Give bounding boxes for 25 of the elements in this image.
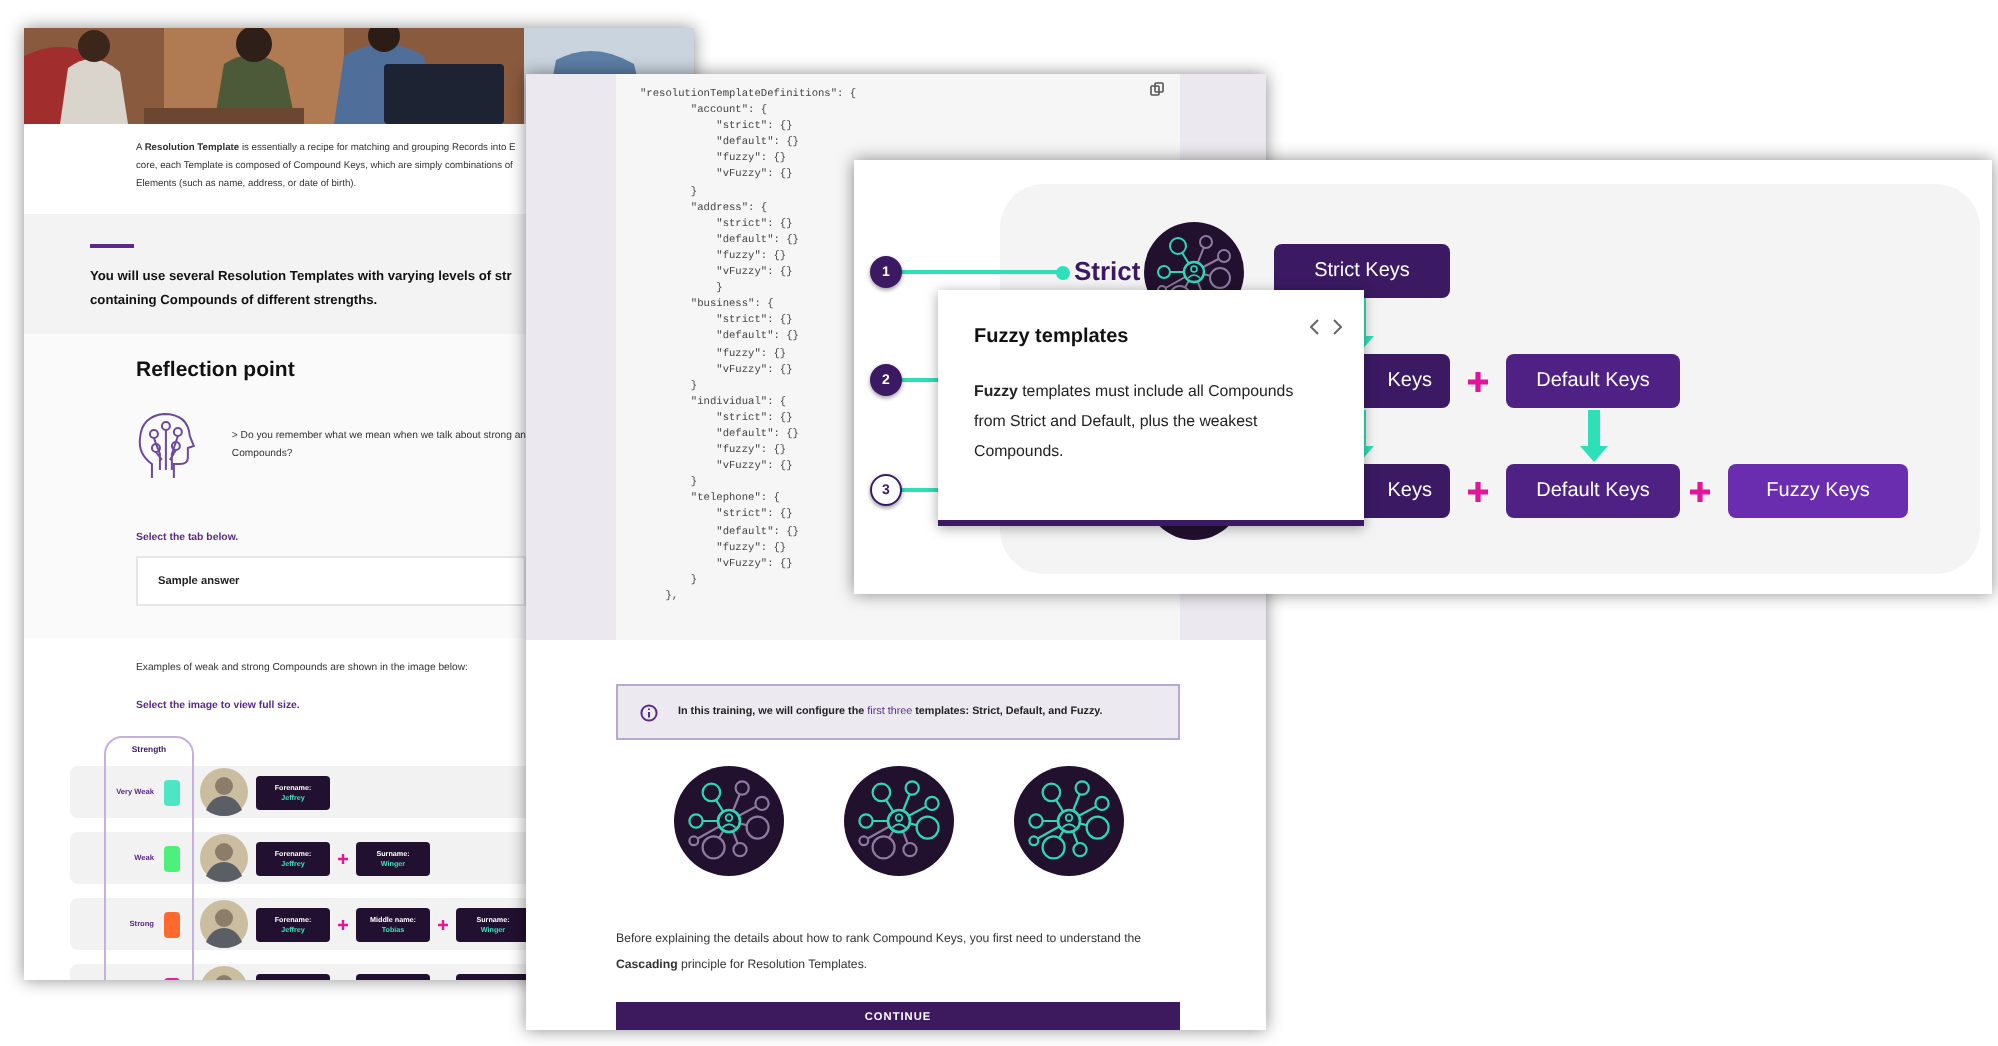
next-icon[interactable] — [1332, 318, 1344, 336]
previous-icon[interactable] — [1308, 318, 1320, 336]
network-icon — [1013, 766, 1123, 876]
key-box: Default Keys — [1506, 464, 1680, 518]
network-icon — [673, 766, 783, 876]
key-box: Default Keys — [1506, 354, 1680, 408]
plus-icon — [1690, 482, 1710, 502]
plus-icon — [338, 853, 348, 863]
network-icon — [843, 766, 953, 876]
avatar — [200, 768, 248, 816]
section-title: Reflection point — [136, 358, 297, 382]
plus-icon — [438, 919, 448, 929]
key-box: Strict Keys — [1274, 244, 1450, 298]
info-icon — [640, 703, 658, 721]
key-box: Fuzzy Keys — [1728, 464, 1908, 518]
plus-icon — [1468, 372, 1488, 392]
plus-icon — [338, 919, 348, 929]
copy-icon[interactable] — [1150, 82, 1164, 96]
popup-title: Fuzzy templates — [974, 326, 1129, 348]
avatar — [200, 900, 248, 948]
template-label: Strict — [1074, 256, 1141, 286]
avatar — [200, 834, 248, 882]
plus-icon — [1468, 482, 1488, 502]
head-circuit-icon — [136, 410, 196, 482]
down-arrow — [1580, 410, 1608, 462]
